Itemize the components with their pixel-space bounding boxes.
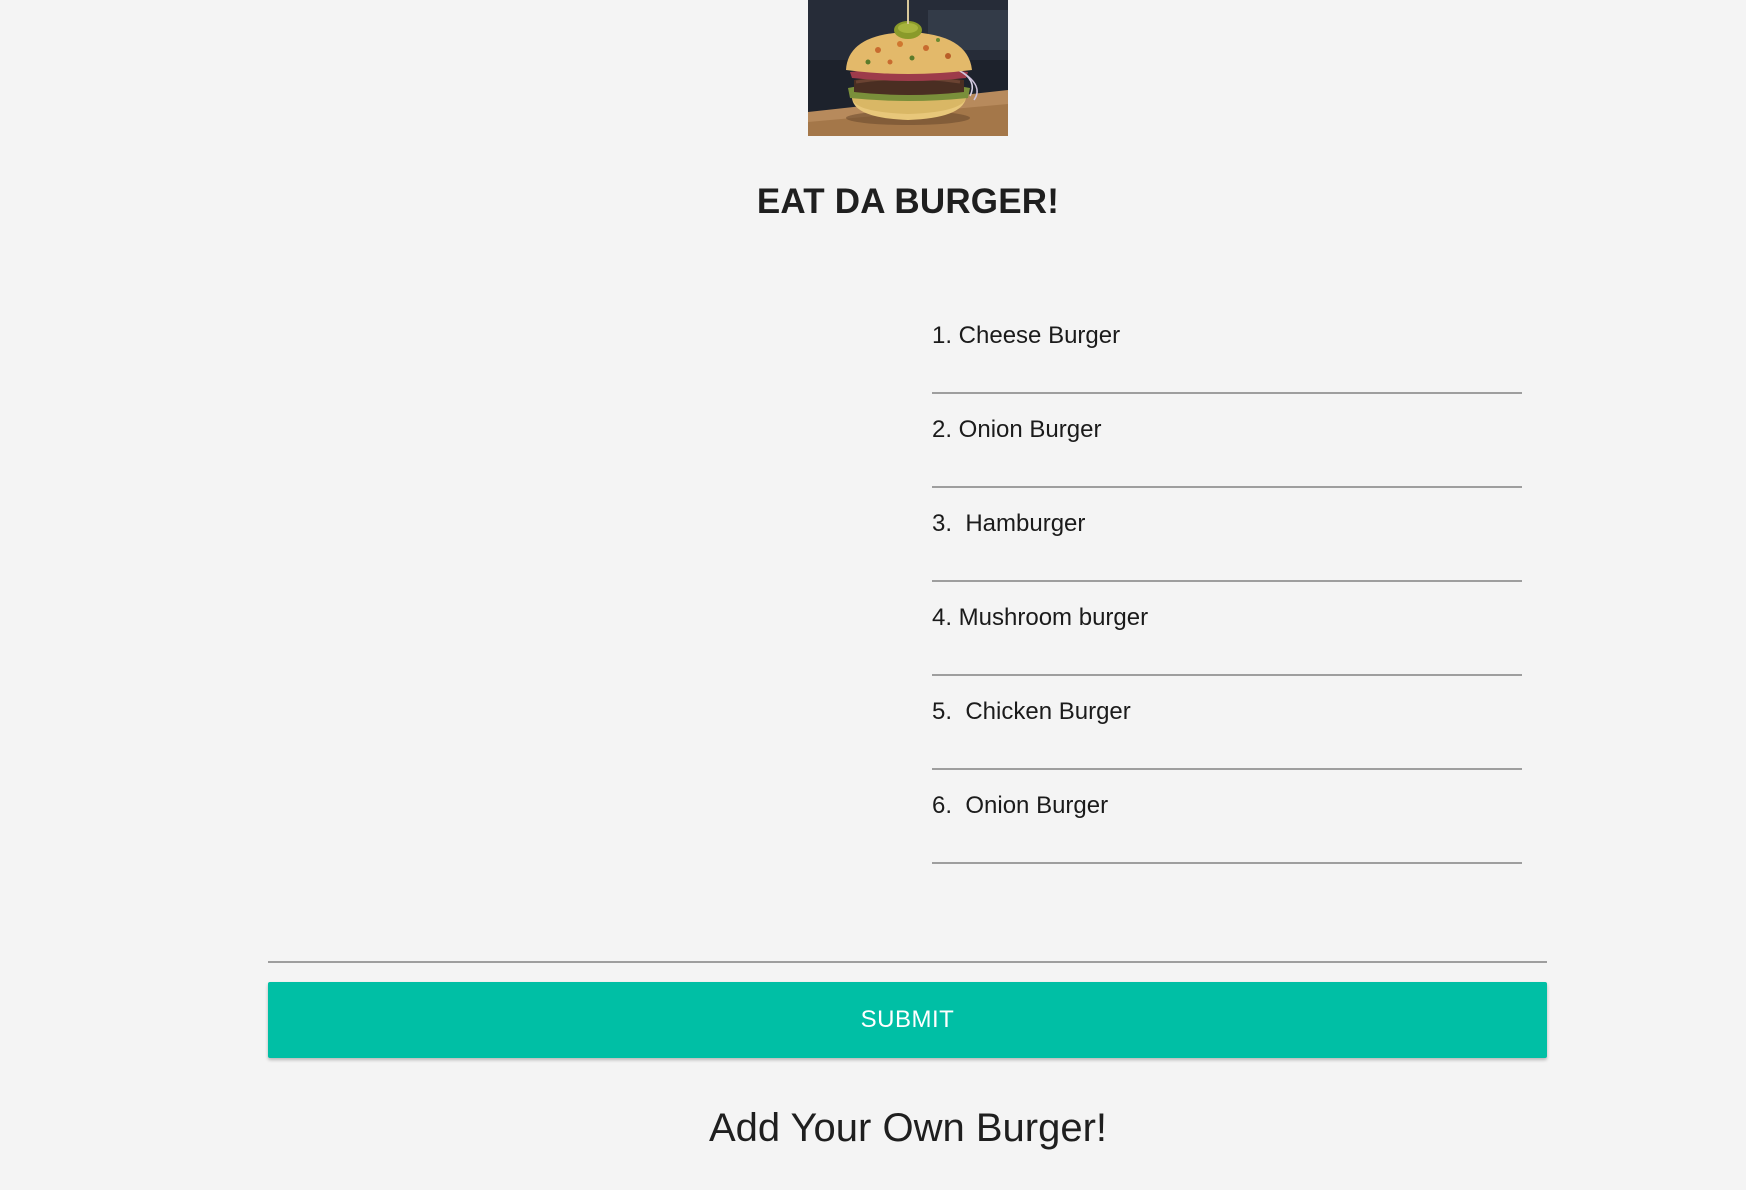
list-item: 3. Hamburger — [932, 488, 1522, 582]
list-item: 4. Mushroom burger — [932, 582, 1522, 676]
page: EAT DA BURGER! 1. Cheese Burger 2. Onion… — [0, 0, 1746, 1190]
burger-name: 4. Mushroom burger — [932, 604, 1149, 631]
burger-name: 5. Chicken Burger — [932, 698, 1131, 725]
submit-button[interactable]: SUBMIT — [268, 982, 1547, 1058]
list-item: 2. Onion Burger — [932, 394, 1522, 488]
burger-list: 1. Cheese Burger 2. Onion Burger 3. Hamb… — [932, 300, 1522, 864]
page-title: EAT DA BURGER! — [756, 182, 1060, 221]
list-item: 5. Chicken Burger — [932, 676, 1522, 770]
list-item: 6. Onion Burger — [932, 770, 1522, 864]
add-burger-heading: Add Your Own Burger! — [708, 1106, 1108, 1150]
list-item: 1. Cheese Burger — [932, 300, 1522, 394]
burger-image — [808, 0, 1008, 136]
burger-name: 2. Onion Burger — [932, 416, 1102, 443]
burger-name: 3. Hamburger — [932, 510, 1086, 537]
burger-name: 6. Onion Burger — [932, 792, 1109, 819]
burger-name: 1. Cheese Burger — [932, 322, 1121, 349]
new-burger-input[interactable] — [268, 919, 1547, 963]
